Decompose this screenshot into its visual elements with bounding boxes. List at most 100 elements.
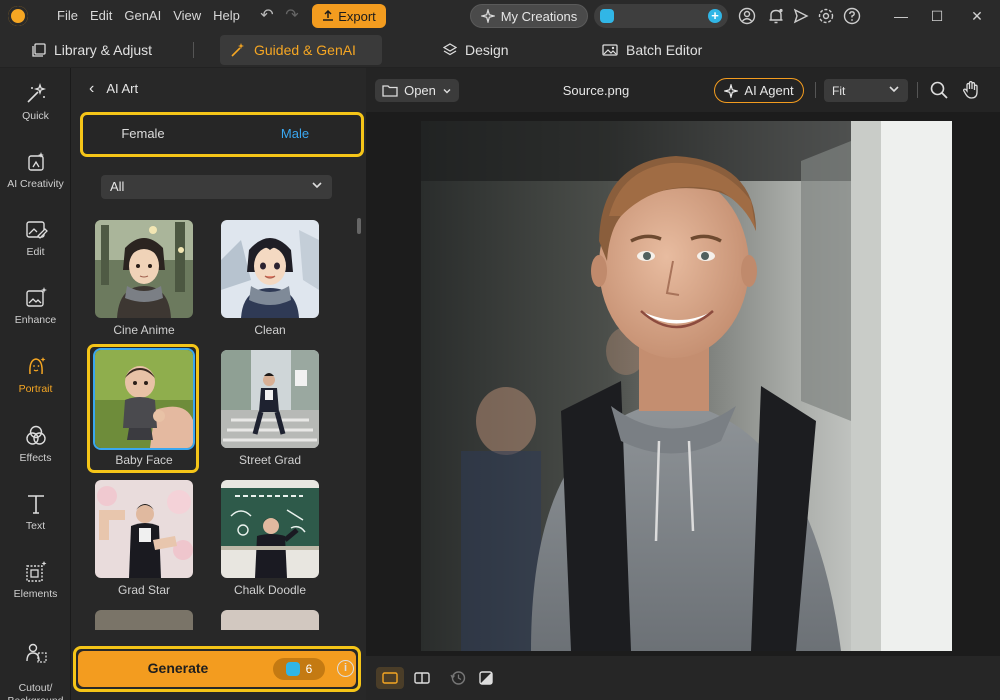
title-bar: File Edit GenAI View Help ↶ ↷ Export My …	[0, 0, 1000, 32]
open-button[interactable]: Open	[375, 79, 459, 102]
generate-button[interactable]: Generate 6	[78, 651, 356, 687]
close-icon[interactable]: ✕	[968, 7, 986, 25]
style-label: Street Grad	[238, 453, 302, 467]
style-card-chalk-doodle[interactable]: Chalk Doodle	[221, 480, 319, 597]
cutout-icon	[25, 643, 47, 663]
toolbar-divider	[815, 82, 816, 98]
chevron-down-icon	[443, 88, 451, 93]
style-card-partial[interactable]	[221, 610, 319, 630]
canvas-bottom-bar	[366, 656, 1000, 700]
menu-edit[interactable]: Edit	[90, 8, 112, 23]
style-card-cine-anime[interactable]: Cine Anime	[95, 220, 193, 337]
undo-icon[interactable]: ↶	[258, 7, 276, 25]
tool-effects[interactable]: Effects	[0, 424, 71, 464]
filter-value: All	[110, 179, 125, 194]
my-creations-button[interactable]: My Creations	[470, 4, 588, 28]
before-after-button[interactable]	[472, 667, 500, 689]
account-icon[interactable]	[738, 7, 756, 25]
tool-quick[interactable]: Quick	[0, 82, 71, 122]
tool-elements-label: Elements	[13, 588, 58, 600]
credit-gem-icon	[600, 9, 614, 23]
menu-view[interactable]: View	[173, 8, 201, 23]
tool-text[interactable]: Text	[0, 492, 71, 532]
clean-thumbnail-image	[221, 220, 319, 318]
effects-circles-icon	[25, 425, 46, 445]
portrait-photo-image	[421, 121, 952, 651]
style-card-partial[interactable]	[95, 610, 193, 630]
style-card-grad-star[interactable]: Grad Star	[95, 480, 193, 597]
tool-ai-creativity-label: AI Creativity	[7, 178, 64, 190]
info-icon[interactable]: i	[337, 660, 354, 677]
grad-star-thumbnail-image	[95, 480, 193, 578]
back-arrow-icon[interactable]: ‹	[89, 81, 94, 97]
add-credits-icon[interactable]: +	[708, 9, 722, 23]
tool-quick-label: Quick	[22, 110, 49, 122]
canvas-area: Open Source.png AI Agent Fit	[366, 68, 1000, 656]
tool-text-label: Text	[25, 520, 46, 532]
tab-guided-genai[interactable]: Guided & GenAI	[220, 35, 382, 65]
redo-icon[interactable]: ↷	[283, 7, 301, 25]
upload-icon	[323, 10, 334, 21]
style-card-street-grad[interactable]: Street Grad	[221, 350, 319, 467]
source-photo[interactable]	[421, 121, 952, 651]
menu-help[interactable]: Help	[213, 8, 240, 23]
magic-wand-icon	[231, 43, 244, 57]
style-thumbnail	[221, 480, 319, 578]
maximize-icon[interactable]: ☐	[928, 7, 946, 25]
tool-edit[interactable]: Edit	[0, 218, 71, 258]
style-card-clean[interactable]: Clean	[221, 220, 319, 337]
tool-ai-creativity[interactable]: AI Creativity	[0, 150, 71, 190]
tool-cutout-background[interactable]: Cutout/ Background	[0, 628, 71, 700]
tab-library-adjust[interactable]: Library & Adjust	[22, 35, 162, 65]
ai-agent-button[interactable]: AI Agent	[714, 78, 804, 103]
style-label: Cine Anime	[113, 323, 175, 337]
style-card-baby-face[interactable]: Baby Face	[95, 350, 193, 467]
export-button[interactable]: Export	[312, 4, 386, 28]
menu-genai[interactable]: GenAI	[124, 8, 161, 23]
tab-batch-editor[interactable]: Batch Editor	[592, 35, 712, 65]
feedback-icon[interactable]	[792, 7, 810, 25]
tool-sidebar: Quick AI Creativity Edit Enhance Portrai…	[0, 68, 71, 700]
settings-gear-icon[interactable]	[817, 7, 835, 25]
my-creations-label: My Creations	[500, 8, 578, 24]
enhance-icon	[25, 287, 47, 307]
tool-enhance[interactable]: Enhance	[0, 286, 71, 326]
credits-balance[interactable]: +	[594, 4, 728, 28]
elements-icon	[25, 561, 46, 582]
text-icon	[27, 495, 44, 514]
ai-agent-label: AI Agent	[744, 83, 794, 98]
gender-female-option[interactable]: Female	[83, 126, 203, 141]
tool-portrait[interactable]: Portrait	[0, 355, 71, 395]
zoom-search-icon[interactable]	[929, 80, 949, 100]
zoom-value: Fit	[832, 84, 846, 98]
credit-cost-value: 6	[305, 662, 313, 676]
single-view-button[interactable]	[376, 667, 404, 689]
open-label: Open	[404, 83, 436, 98]
panel-header: ‹ AI Art	[89, 81, 138, 97]
canvas-toolbar: Open Source.png AI Agent Fit	[366, 68, 1000, 112]
tab-design[interactable]: Design	[433, 35, 519, 65]
style-thumbnail	[221, 350, 319, 448]
zoom-dropdown[interactable]: Fit	[824, 79, 908, 102]
chevron-down-icon	[312, 182, 322, 189]
mode-divider	[193, 42, 194, 58]
style-thumbnail	[95, 350, 193, 448]
tool-portrait-label: Portrait	[18, 383, 53, 395]
style-thumbnail	[221, 220, 319, 318]
tab-batch-label: Batch Editor	[626, 42, 703, 58]
tool-edit-label: Edit	[26, 246, 45, 258]
compare-view-button[interactable]	[408, 667, 436, 689]
style-filter-dropdown[interactable]: All	[101, 175, 332, 199]
panel-scrollbar[interactable]	[357, 218, 361, 234]
tool-elements[interactable]: Elements	[0, 560, 71, 600]
pan-hand-icon[interactable]	[961, 80, 981, 100]
style-thumbnail	[95, 220, 193, 318]
history-button[interactable]	[444, 667, 472, 689]
gender-male-option[interactable]: Male	[235, 126, 355, 141]
minimize-icon[interactable]: —	[892, 7, 910, 25]
notification-bell-icon[interactable]	[767, 7, 785, 25]
batch-images-icon	[602, 44, 618, 56]
help-icon[interactable]	[843, 7, 861, 25]
menu-file[interactable]: File	[57, 8, 78, 23]
tool-enhance-label: Enhance	[14, 314, 57, 326]
